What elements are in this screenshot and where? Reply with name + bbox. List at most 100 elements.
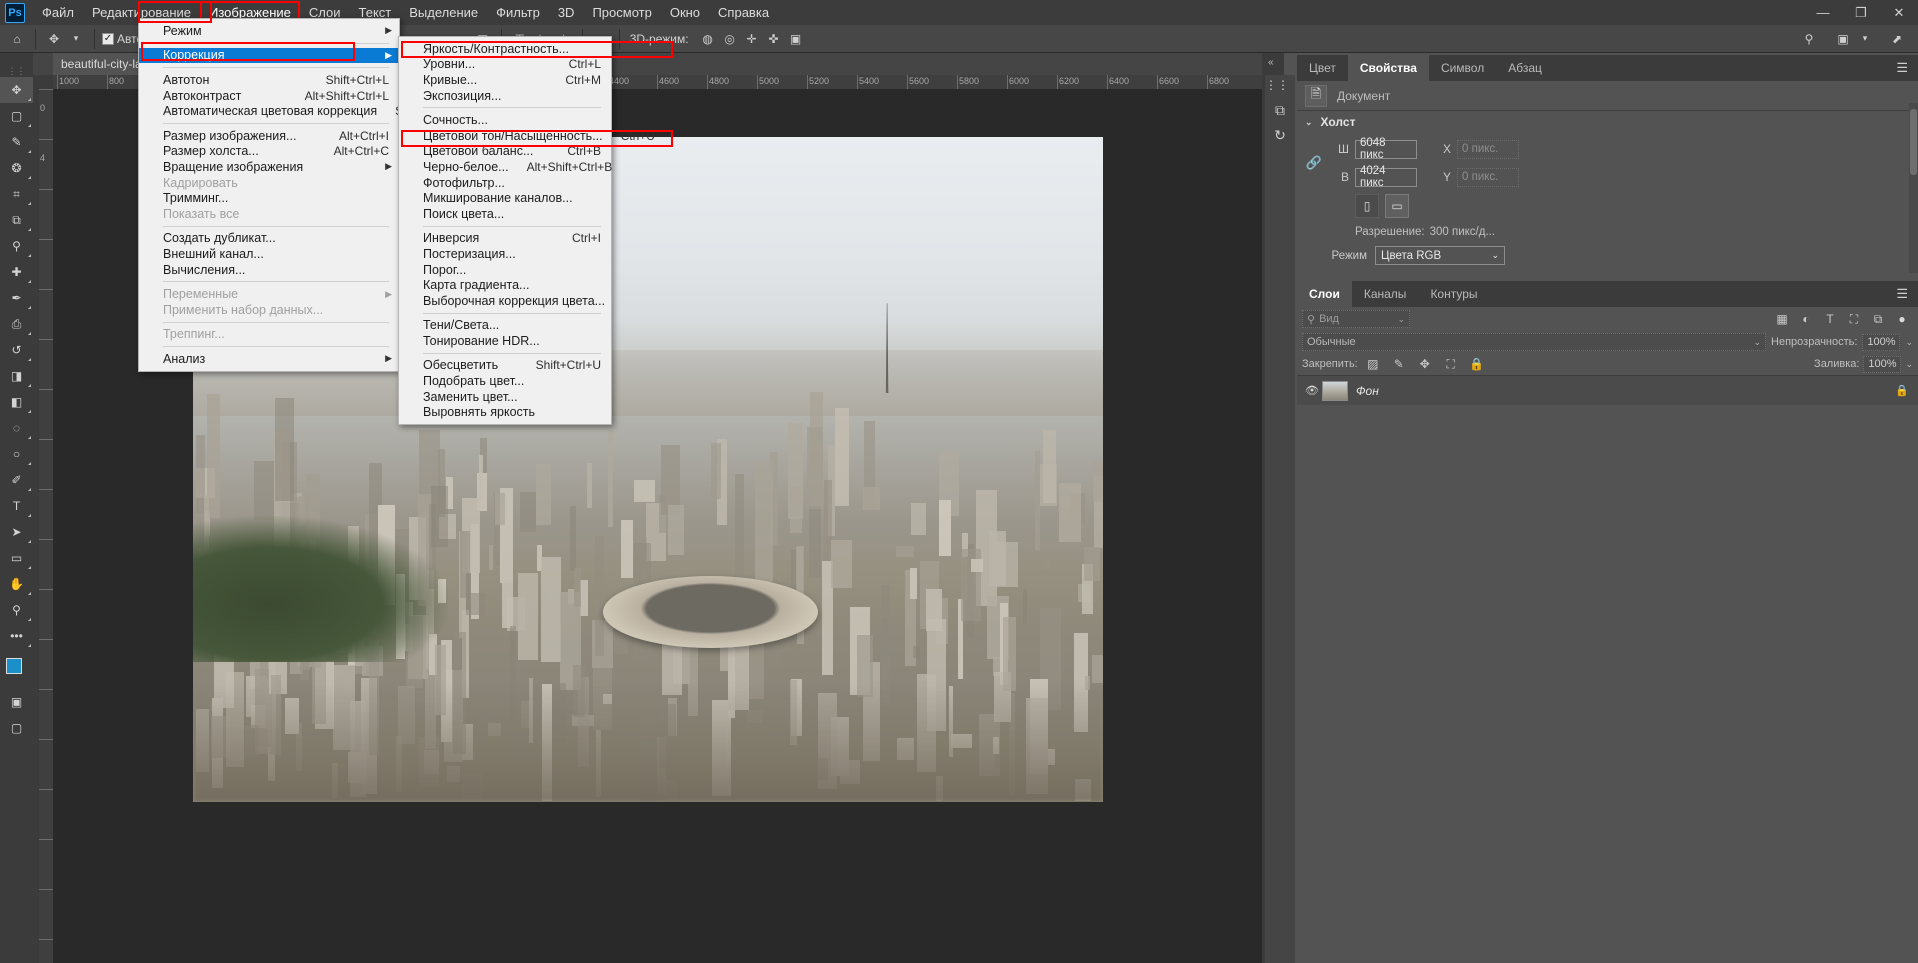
- menu-item[interactable]: Уровни... Ctrl+L: [399, 57, 611, 73]
- menu-item[interactable]: Цветовой тон/Насыщенность... Ctrl+U: [399, 128, 655, 144]
- slide-3d-icon[interactable]: ✜: [763, 28, 785, 50]
- menu-item[interactable]: Фотофильтр...: [399, 175, 611, 191]
- menubar-item-7[interactable]: 3D: [549, 1, 584, 24]
- layers-tab-0[interactable]: Слои: [1297, 281, 1352, 307]
- adjustments-submenu[interactable]: Яркость/Контрастность... Уровни... Ctrl+L К…: [398, 36, 655, 426]
- properties-scrollbar[interactable]: [1909, 103, 1918, 273]
- menubar-item-5[interactable]: Выделение: [400, 1, 487, 24]
- menu-item[interactable]: Постеризация...: [399, 246, 611, 262]
- orbit-3d-icon[interactable]: ◍: [697, 28, 719, 50]
- blend-mode-select[interactable]: Обычные ⌄: [1302, 333, 1767, 351]
- menu-item[interactable]: Автоматическая цветовая коррекцияShift+C…: [139, 103, 460, 119]
- menu-item[interactable]: Выровнять яркость: [399, 404, 611, 420]
- landscape-orientation-button[interactable]: ▭: [1385, 194, 1409, 218]
- menubar-item-6[interactable]: Фильтр: [487, 1, 549, 24]
- autoselect-checkbox[interactable]: ✓: [102, 32, 114, 45]
- layer-filter-select[interactable]: ⚲ Вид ⌄: [1302, 310, 1410, 328]
- menu-item[interactable]: Черно-белое... Alt+Shift+Ctrl+B: [399, 159, 612, 175]
- shape-filter-icon[interactable]: ⛶: [1843, 309, 1865, 329]
- chevron-down-icon[interactable]: ▾: [1854, 28, 1876, 50]
- menu-item[interactable]: Автотон Shift+Ctrl+L: [139, 72, 399, 88]
- menu-item[interactable]: Экспозиция...: [399, 88, 611, 104]
- layer-name[interactable]: Фон: [1356, 384, 1895, 398]
- blur-tool[interactable]: ◌: [0, 415, 33, 441]
- menu-item[interactable]: Обесцветить Shift+Ctrl+U: [399, 358, 611, 374]
- eyedropper-tool[interactable]: ⚲: [0, 233, 33, 259]
- menu-item[interactable]: Создать дубликат...: [139, 231, 399, 247]
- hand-tool[interactable]: ✋: [0, 571, 33, 597]
- panel-gripper[interactable]: ⋮⋮: [1265, 75, 1295, 92]
- panel-menu-icon[interactable]: ☰: [1886, 281, 1918, 307]
- rectangle-tool[interactable]: ▭: [0, 545, 33, 571]
- chevron-down-icon[interactable]: ▾: [65, 28, 87, 50]
- move-tool[interactable]: ✥: [0, 77, 33, 103]
- lock-all-icon[interactable]: 🔒: [1466, 354, 1488, 374]
- frame-tool[interactable]: ⧉: [0, 207, 33, 233]
- menu-item[interactable]: Порог...: [399, 262, 611, 278]
- adjustment-filter-icon[interactable]: ◐: [1795, 309, 1817, 329]
- quick-mask-icon[interactable]: ▣: [0, 689, 33, 715]
- crop-tool[interactable]: ⌗: [0, 181, 33, 207]
- menu-item[interactable]: Инверсия Ctrl+I: [399, 231, 611, 247]
- smartobject-filter-icon[interactable]: ⧉: [1867, 309, 1889, 329]
- image-menu-dropdown[interactable]: Режим ▶ Коррекция ▶ Автотон Shift+Ctrl+L Авток…: [138, 18, 460, 372]
- gradient-tool[interactable]: ◧: [0, 389, 33, 415]
- camera-3d-icon[interactable]: ▣: [785, 28, 807, 50]
- menu-item[interactable]: Подобрать цвет...: [399, 373, 611, 389]
- lock-artboard-icon[interactable]: ⛶: [1440, 354, 1462, 374]
- menu-item[interactable]: Карта градиента...: [399, 277, 611, 293]
- healing-brush-tool[interactable]: ✚: [0, 259, 33, 285]
- properties-tab-0[interactable]: Цвет: [1297, 55, 1348, 81]
- properties-tab-1[interactable]: Свойства: [1347, 55, 1429, 81]
- layers-tab-1[interactable]: Каналы: [1351, 281, 1419, 307]
- lock-position-icon[interactable]: ✥: [1414, 354, 1436, 374]
- roll-3d-icon[interactable]: ◎: [719, 28, 741, 50]
- menu-item[interactable]: Автоконтраст Alt+Shift+Ctrl+L: [139, 88, 399, 104]
- zoom-tool[interactable]: ⚲: [0, 597, 33, 623]
- workspace-icon[interactable]: ▣: [1832, 28, 1854, 50]
- type-filter-icon[interactable]: T: [1819, 309, 1841, 329]
- menubar-item-8[interactable]: Просмотр: [583, 1, 660, 24]
- lock-transparent-icon[interactable]: ▨: [1362, 354, 1384, 374]
- screen-mode-icon[interactable]: ▢: [0, 715, 33, 741]
- minimize-button[interactable]: —: [1804, 0, 1842, 25]
- menubar-item-0[interactable]: Файл: [33, 1, 83, 24]
- vertical-ruler[interactable]: 04: [39, 89, 53, 963]
- pen-tool[interactable]: ✐: [0, 467, 33, 493]
- quick-selection-tool[interactable]: ❂: [0, 155, 33, 181]
- menu-item[interactable]: Режим ▶: [139, 23, 399, 39]
- dodge-tool[interactable]: ○: [0, 441, 33, 467]
- menu-item[interactable]: Яркость/Контрастность...: [399, 41, 611, 57]
- opacity-value[interactable]: 100%: [1862, 333, 1901, 351]
- menubar-item-10[interactable]: Справка: [709, 1, 778, 24]
- canvas-section-header[interactable]: ⌄ Холст: [1297, 111, 1918, 133]
- history-icon[interactable]: ↻: [1274, 127, 1286, 144]
- move-tool-icon[interactable]: ✥: [43, 28, 65, 50]
- menu-item[interactable]: Вращение изображения ▶: [139, 159, 399, 175]
- chevron-left-icon[interactable]: «: [1262, 53, 1284, 68]
- menu-item[interactable]: Тонирование HDR...: [399, 333, 611, 349]
- brush-tool[interactable]: ✒: [0, 285, 33, 311]
- maximize-button[interactable]: ❐: [1842, 0, 1880, 25]
- chevron-down-icon[interactable]: ⌄: [1305, 117, 1313, 128]
- chevron-down-icon[interactable]: ⌄: [1905, 359, 1913, 370]
- link-dimensions-icon[interactable]: 🔗: [1305, 137, 1323, 265]
- history-brush-tool[interactable]: ↺: [0, 337, 33, 363]
- menu-item[interactable]: Кривые... Ctrl+M: [399, 72, 611, 88]
- libraries-icon[interactable]: ⧉: [1275, 102, 1285, 119]
- menu-item[interactable]: Микширование каналов...: [399, 190, 611, 206]
- menu-item[interactable]: Выборочная коррекция цвета...: [399, 293, 611, 309]
- more-tools[interactable]: •••: [0, 623, 33, 649]
- toolbar-gripper[interactable]: ⋮⋮: [0, 67, 33, 77]
- pan-3d-icon[interactable]: ✛: [741, 28, 763, 50]
- foreground-color-swatch[interactable]: [6, 658, 22, 674]
- fill-value[interactable]: 100%: [1863, 355, 1902, 373]
- menu-item[interactable]: Заменить цвет...: [399, 389, 611, 405]
- share-icon[interactable]: ⬈: [1886, 28, 1908, 50]
- properties-tab-3[interactable]: Абзац: [1496, 55, 1554, 81]
- layer-thumbnail[interactable]: [1322, 380, 1348, 401]
- properties-tab-2[interactable]: Символ: [1428, 55, 1497, 81]
- height-input[interactable]: 4024 пикс: [1355, 165, 1417, 189]
- panel-menu-icon[interactable]: ☰: [1886, 55, 1918, 81]
- color-swatches[interactable]: [0, 655, 33, 689]
